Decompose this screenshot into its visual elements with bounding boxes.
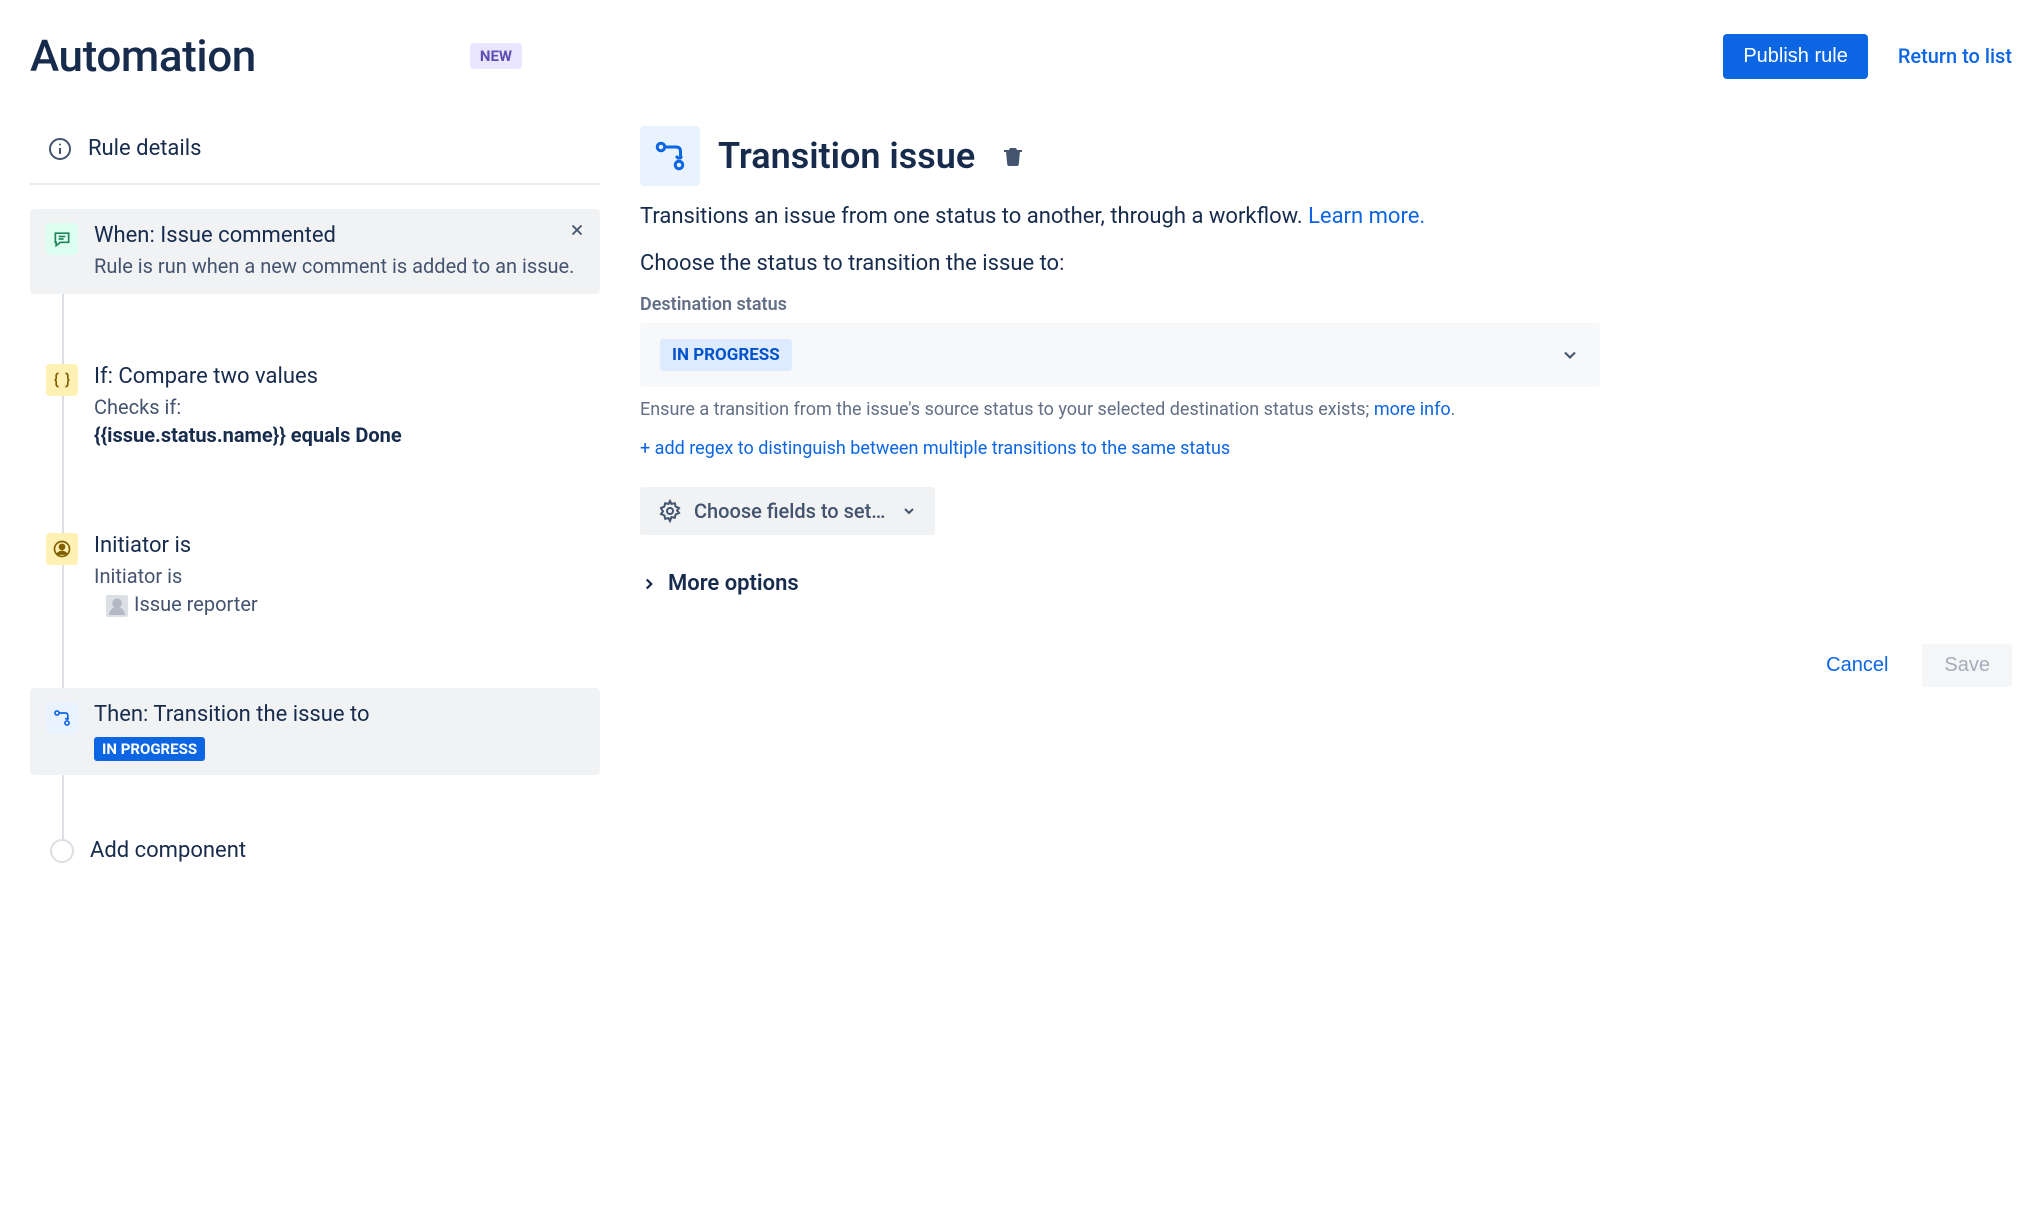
info-icon	[48, 137, 72, 161]
transition-icon	[46, 702, 78, 734]
more-info-link[interactable]: more info	[1374, 399, 1451, 420]
chevron-right-icon	[640, 575, 658, 593]
chain-step-then[interactable]: Then: Transition the issue to IN PROGRES…	[30, 688, 600, 775]
save-button[interactable]: Save	[1922, 644, 2012, 687]
destination-helper-text: Ensure a transition from the issue's sou…	[640, 399, 1600, 420]
chain-step-title: Initiator is	[94, 533, 584, 558]
form-actions: Cancel Save	[640, 644, 2012, 687]
more-options-label: More options	[668, 571, 799, 596]
main-title: Transition issue	[718, 135, 975, 177]
chain-step-title: Then: Transition the issue to	[94, 702, 584, 727]
chain-step-desc-prefix: Checks if:	[94, 393, 584, 421]
chain-step-body: When: Issue commented Rule is run when a…	[94, 223, 584, 280]
choose-fields-dropdown[interactable]: Choose fields to set…	[640, 487, 935, 535]
rule-details-row[interactable]: Rule details	[30, 126, 600, 185]
header-right: Publish rule Return to list	[1723, 34, 2012, 79]
main-header: Transition issue	[640, 126, 2012, 186]
add-component-row[interactable]: Add component	[30, 831, 600, 869]
chain-step-body: If: Compare two values Checks if: {{issu…	[94, 364, 584, 449]
return-to-list-link[interactable]: Return to list	[1898, 44, 2012, 68]
rule-sidebar: Rule details When: Issue commented Rule …	[30, 126, 600, 869]
empty-node-icon	[50, 839, 74, 863]
chain-step-desc: Rule is run when a new comment is added …	[94, 252, 584, 280]
braces-icon	[46, 364, 78, 396]
chain-step-body: Then: Transition the issue to IN PROGRES…	[94, 702, 584, 761]
status-lozenge: IN PROGRESS	[94, 737, 205, 761]
close-icon[interactable]	[568, 221, 586, 239]
helper-text-prefix: Ensure a transition from the issue's sou…	[640, 399, 1374, 420]
chain-step-initiator[interactable]: Initiator is Initiator is Issue reporter	[30, 519, 600, 632]
chevron-down-icon	[1560, 345, 1580, 365]
main-description: Transitions an issue from one status to …	[640, 204, 2012, 229]
comment-icon	[46, 223, 78, 255]
content: Rule details When: Issue commented Rule …	[30, 126, 2012, 869]
choose-status-label: Choose the status to transition the issu…	[640, 251, 2012, 276]
destination-status-select[interactable]: IN PROGRESS	[640, 323, 1600, 387]
main-panel: Transition issue Transitions an issue fr…	[640, 126, 2012, 869]
add-regex-link[interactable]: + add regex to distinguish between multi…	[640, 438, 2012, 459]
chain-step-title: When: Issue commented	[94, 223, 584, 248]
rule-details-label: Rule details	[88, 136, 201, 161]
page-header: Automation NEW Publish rule Return to li…	[30, 30, 2012, 82]
main-desc-text: Transitions an issue from one status to …	[640, 204, 1308, 229]
choose-fields-label: Choose fields to set…	[694, 499, 885, 523]
rule-chain: When: Issue commented Rule is run when a…	[30, 209, 600, 869]
gear-icon	[658, 499, 682, 523]
more-options-toggle[interactable]: More options	[640, 571, 2012, 596]
add-component-label: Add component	[90, 838, 246, 863]
chain-step-desc-bold: {{issue.status.name}} equals Done	[94, 421, 584, 449]
destination-status-label: Destination status	[640, 294, 2012, 315]
chain-step-body: Initiator is Initiator is Issue reporter	[94, 533, 584, 618]
publish-rule-button[interactable]: Publish rule	[1723, 34, 1868, 79]
chain-step-desc-prefix: Initiator is	[94, 562, 584, 590]
chain-step-if[interactable]: If: Compare two values Checks if: {{issu…	[30, 350, 600, 463]
user-circle-icon	[46, 533, 78, 565]
initiator-value: Issue reporter	[134, 592, 258, 616]
avatar-placeholder-icon	[106, 595, 128, 617]
chain-step-title: If: Compare two values	[94, 364, 584, 389]
cancel-button[interactable]: Cancel	[1810, 644, 1904, 687]
learn-more-link[interactable]: Learn more.	[1308, 204, 1425, 229]
new-badge: NEW	[470, 43, 522, 69]
chevron-down-icon	[901, 503, 917, 519]
destination-status-value: IN PROGRESS	[660, 339, 792, 371]
header-left: Automation NEW	[30, 30, 522, 82]
transition-icon	[640, 126, 700, 186]
helper-text-period: .	[1451, 399, 1456, 420]
chain-step-desc-value: Issue reporter	[106, 590, 584, 618]
trash-icon[interactable]	[1001, 144, 1025, 168]
page-title: Automation	[30, 30, 256, 82]
chain-step-when[interactable]: When: Issue commented Rule is run when a…	[30, 209, 600, 294]
